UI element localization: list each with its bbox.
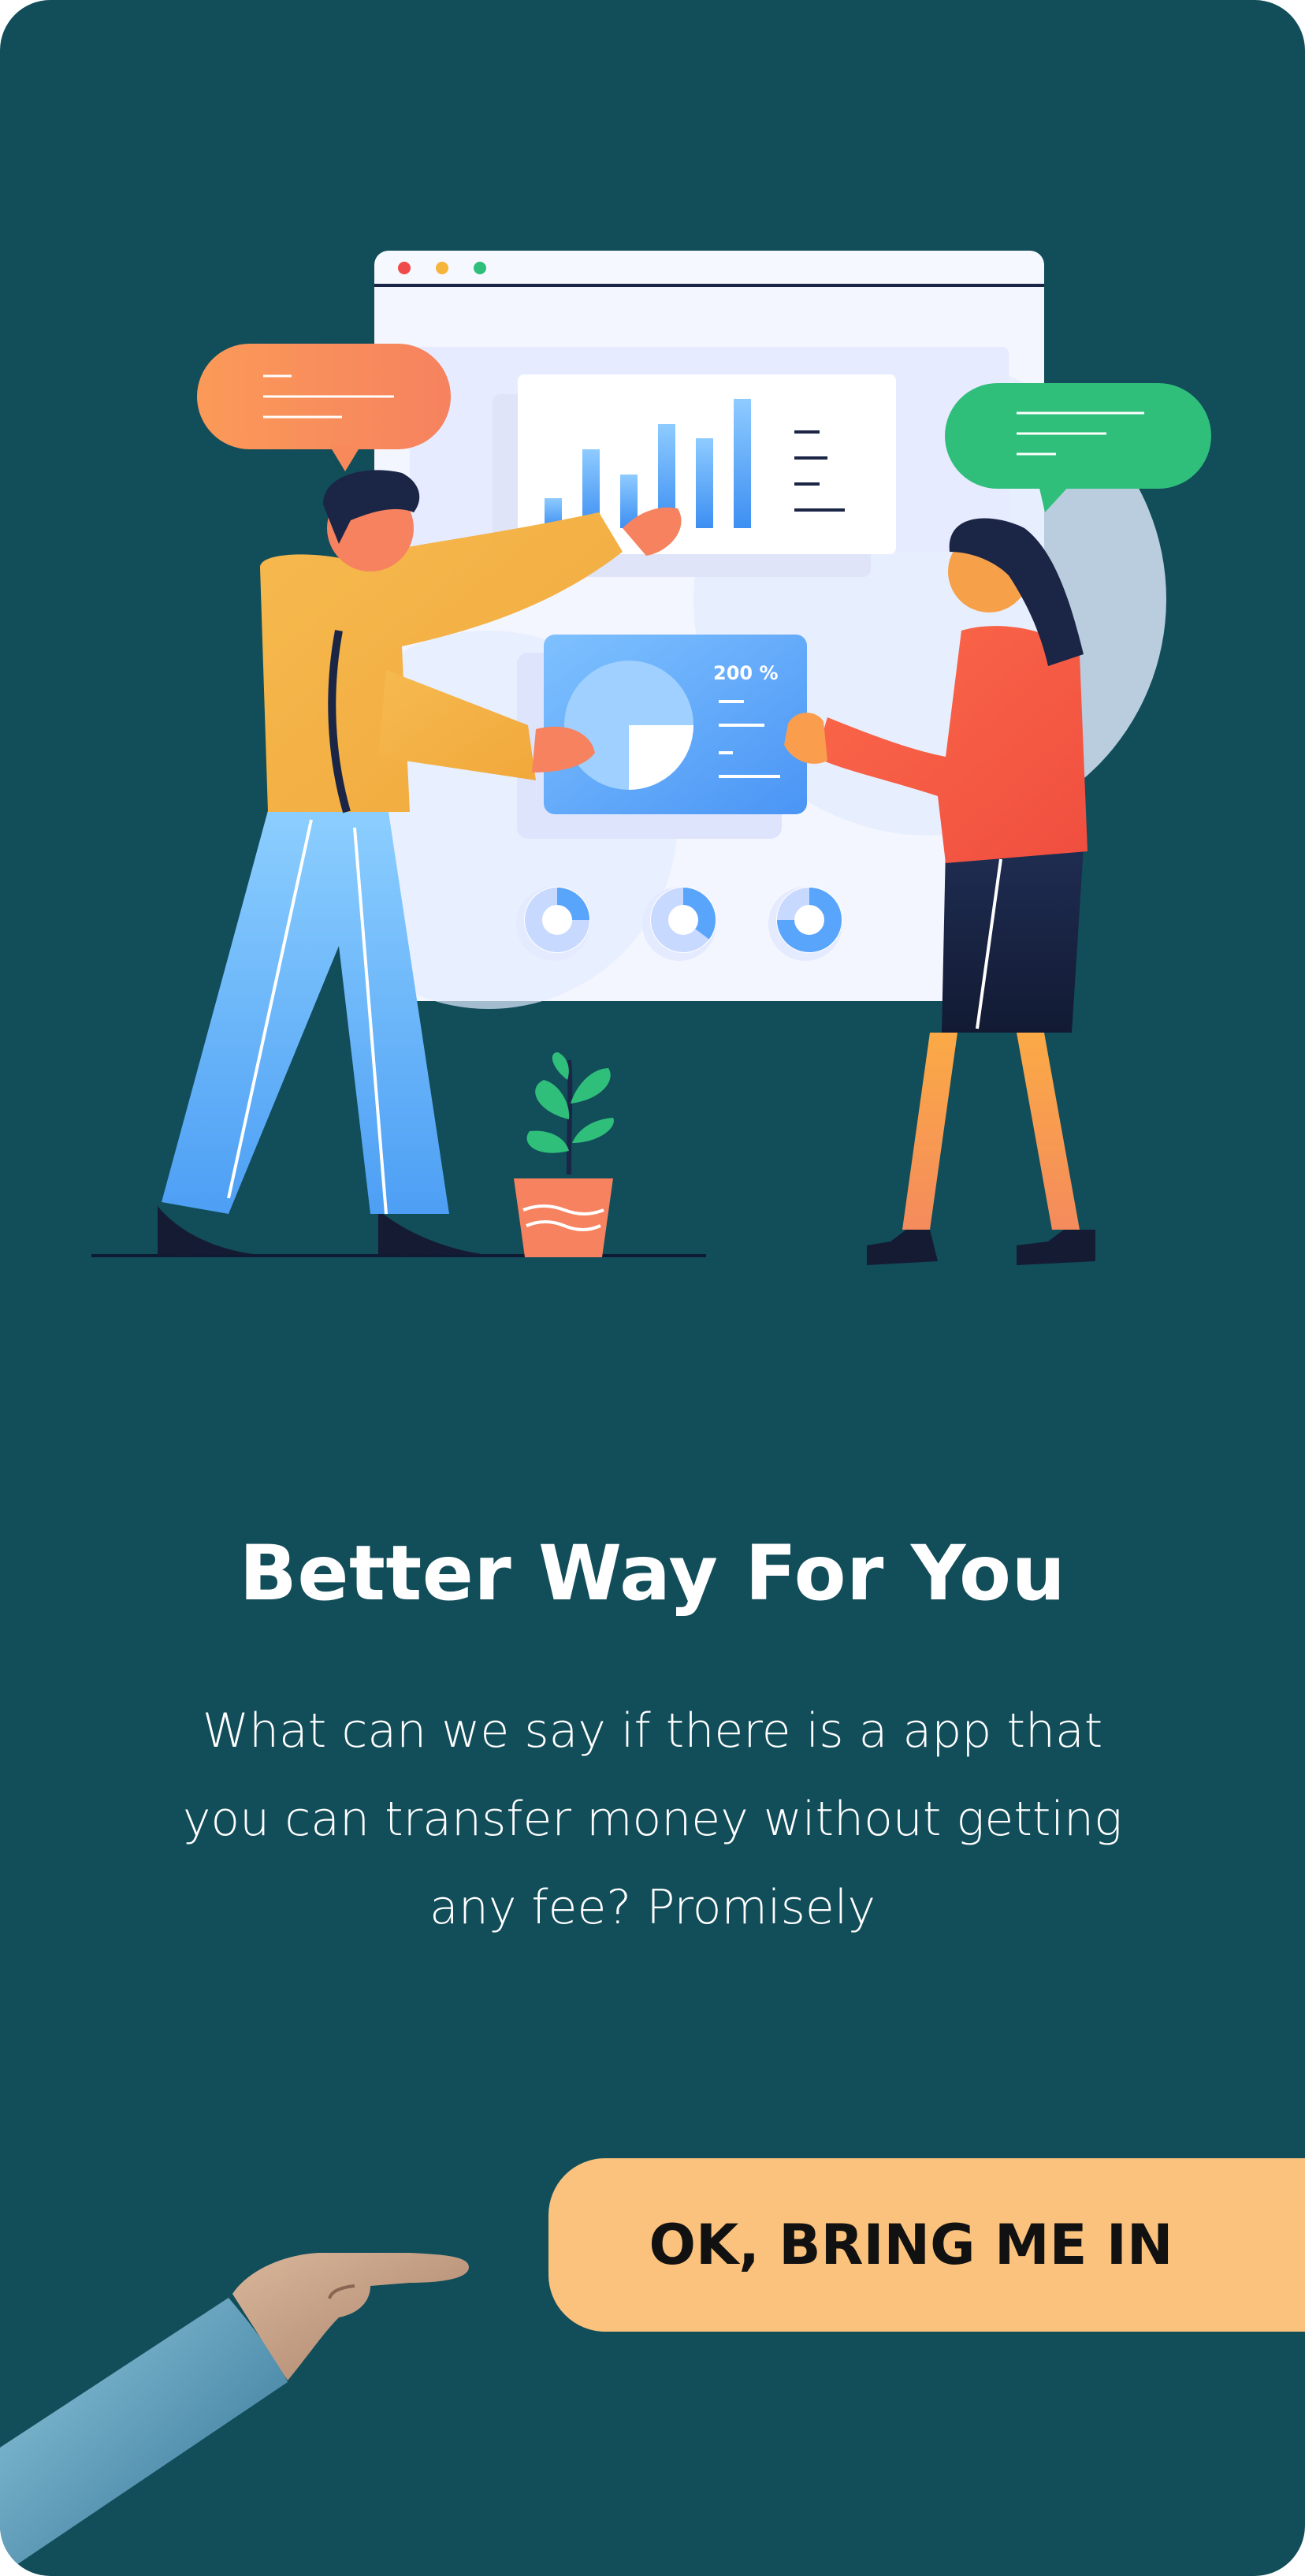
window-maximize-dot xyxy=(474,262,486,274)
onboarding-illustration: 200 % xyxy=(91,251,1211,1265)
onboarding-title: Better Way For You xyxy=(239,1529,1066,1617)
potted-plant-icon xyxy=(514,1052,614,1257)
window-close-dot xyxy=(398,262,411,274)
window-minimize-dot xyxy=(436,262,448,274)
chart-bar xyxy=(734,399,751,528)
onboarding-description: What can we say if there is a app that y… xyxy=(182,1703,1123,1935)
bring-me-in-label: OK, BRING ME IN xyxy=(649,2213,1173,2277)
chart-bar xyxy=(696,438,713,528)
onboarding-screen: 200 % Better Way For You What can we say… xyxy=(0,0,1305,2576)
percent-label: 200 % xyxy=(713,662,779,684)
pointing-hand-icon xyxy=(0,2253,469,2576)
donut-indicators xyxy=(516,887,842,961)
bring-me-in-button[interactable]: OK, BRING ME IN xyxy=(548,2158,1305,2332)
